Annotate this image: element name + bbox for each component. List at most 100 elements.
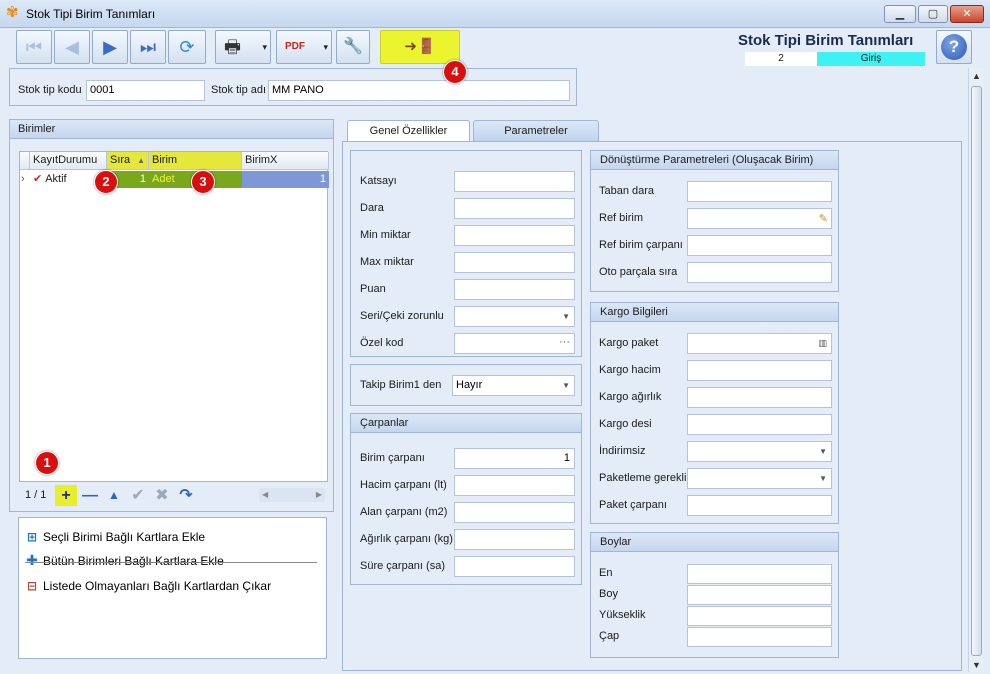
- move-up-button[interactable]: ▲: [103, 485, 125, 506]
- kargo-group: Kargo Bilgileri Kargo paket ▥ Kargo haci…: [590, 302, 839, 524]
- taban-dara-input[interactable]: [687, 181, 832, 202]
- exit-button[interactable]: ➜🚪: [380, 30, 460, 64]
- exit-door-icon: ➜🚪: [404, 38, 436, 55]
- chevron-down-icon[interactable]: ▾: [262, 31, 267, 63]
- taban-dara-label: Taban dara: [599, 185, 655, 197]
- record-number: 2: [745, 52, 817, 66]
- scroll-down-icon[interactable]: ▼: [972, 660, 981, 670]
- barcode-icon[interactable]: ▥: [818, 334, 827, 353]
- stok-tip-kodu-input[interactable]: 0001: [86, 80, 205, 101]
- sure-carpani-input[interactable]: [454, 556, 575, 577]
- boy-input[interactable]: [687, 585, 832, 605]
- refresh-button[interactable]: ⟳: [168, 30, 206, 64]
- close-button[interactable]: ✕: [950, 5, 984, 23]
- refresh-grid-button[interactable]: ↷: [175, 485, 197, 506]
- pdf-icon: PDF: [285, 41, 305, 52]
- callout-badge-2: 2: [94, 170, 118, 194]
- last-record-button[interactable]: ⏭: [130, 30, 166, 64]
- kargo-agirlik-input[interactable]: [687, 387, 832, 408]
- scroll-right-icon[interactable]: ▶: [316, 490, 322, 499]
- chevron-down-icon[interactable]: ▾: [323, 31, 328, 63]
- yukseklik-input[interactable]: [687, 606, 832, 626]
- previous-record-button[interactable]: ◀: [54, 30, 90, 64]
- maximize-button[interactable]: ▢: [918, 5, 948, 23]
- cap-input[interactable]: [687, 627, 832, 647]
- scroll-left-icon[interactable]: ◀: [262, 490, 268, 499]
- add-all-units-action[interactable]: ✚ Bütün Birimleri Bağlı Kartlara Ekle: [25, 550, 224, 570]
- tools-button[interactable]: 🔧: [336, 30, 370, 64]
- minus-icon: —: [82, 487, 98, 504]
- agirlik-carpani-input[interactable]: [454, 529, 575, 550]
- column-header-kayitdurumu[interactable]: KayıtDurumu: [30, 152, 107, 170]
- column-header-birimx[interactable]: BirimX: [242, 152, 329, 170]
- mode-badge: Giriş: [817, 52, 925, 66]
- check-icon: ✔: [131, 487, 145, 504]
- column-header-sira[interactable]: Sıra ▲: [107, 152, 149, 170]
- katsayi-input[interactable]: [454, 171, 575, 192]
- plus-icon: +: [61, 487, 71, 504]
- column-header-birim[interactable]: Birim: [149, 152, 242, 170]
- kargo-header: Kargo Bilgileri: [591, 303, 838, 322]
- min-miktar-input[interactable]: [454, 225, 575, 246]
- stok-tip-adi-input[interactable]: MM PANO: [268, 80, 570, 101]
- birimler-grid[interactable]: KayıtDurumu Sıra ▲ Birim BirimX › ✔ Aktif …: [19, 151, 329, 482]
- remove-unlisted-action[interactable]: ⊟ Listede Olmayanları Bağlı Kartlardan Çı…: [25, 576, 271, 596]
- ref-birim-carpani-input[interactable]: [687, 235, 832, 256]
- agirlik-carpani-label: Ağırlık çarpanı (kg): [360, 533, 453, 545]
- yukseklik-label: Yükseklik: [599, 609, 646, 621]
- birimx-cell[interactable]: 1: [242, 171, 329, 188]
- kargo-hacim-input[interactable]: [687, 360, 832, 381]
- ellipsis-icon[interactable]: ···: [559, 333, 570, 352]
- add-selected-unit-action[interactable]: ⊞ Seçli Birimi Bağlı Kartlara Ekle: [25, 527, 205, 547]
- puan-input[interactable]: [454, 279, 575, 300]
- puan-label: Puan: [360, 283, 386, 295]
- boylar-header: Boylar: [591, 533, 838, 552]
- previous-icon: ◀: [65, 37, 79, 57]
- kargo-paket-input[interactable]: ▥: [687, 333, 832, 354]
- hacim-carpani-input[interactable]: [454, 475, 575, 496]
- alan-carpani-input[interactable]: [454, 502, 575, 523]
- paket-carpani-input[interactable]: [687, 495, 832, 516]
- add-row-button[interactable]: +: [55, 485, 77, 506]
- seri-ceki-select[interactable]: ▼: [454, 306, 575, 327]
- horizontal-scrollbar[interactable]: ◀ ▶: [259, 488, 325, 502]
- ref-birim-input[interactable]: ✎: [687, 208, 832, 229]
- birim-carpani-input[interactable]: 1: [454, 448, 575, 469]
- indirimsiz-select[interactable]: ▼: [687, 441, 832, 462]
- active-check-icon: ✔: [33, 173, 43, 185]
- chevron-down-icon[interactable]: ▼: [562, 307, 570, 326]
- first-record-button[interactable]: ⏮: [16, 30, 52, 64]
- kargo-desi-input[interactable]: [687, 414, 832, 435]
- vertical-scrollbar[interactable]: ▲ ▼: [968, 68, 984, 672]
- scroll-up-icon[interactable]: ▲: [972, 71, 981, 81]
- chevron-down-icon[interactable]: ▼: [819, 469, 827, 488]
- chevron-down-icon[interactable]: ▼: [819, 442, 827, 461]
- help-button[interactable]: ?: [936, 30, 972, 64]
- butterfly-app-icon: ✾: [6, 4, 19, 21]
- pencil-picker-icon[interactable]: ✎: [819, 210, 828, 229]
- paketleme-select[interactable]: ▼: [687, 468, 832, 489]
- en-input[interactable]: [687, 564, 832, 584]
- delete-row-button[interactable]: —: [79, 485, 101, 506]
- tab-genel-ozellikler[interactable]: Genel Özellikler: [347, 120, 470, 142]
- minimize-button[interactable]: ▁: [884, 5, 916, 23]
- birimler-header: Birimler: [10, 120, 333, 139]
- x-icon: ✖: [155, 487, 169, 504]
- oto-parcala-input[interactable]: [687, 262, 832, 283]
- ozel-kod-input[interactable]: ···: [454, 333, 575, 354]
- post-edit-button[interactable]: ✔: [127, 485, 149, 506]
- next-record-button[interactable]: ▶: [92, 30, 128, 64]
- takip-birim-select[interactable]: Hayır ▼: [452, 375, 575, 396]
- print-button[interactable]: 🖶 ▾: [215, 30, 271, 64]
- tab-parametreler[interactable]: Parametreler: [473, 120, 599, 142]
- scrollbar-thumb[interactable]: [971, 86, 982, 656]
- plus-icon: ✚: [26, 552, 38, 568]
- ref-birim-carpani-label: Ref birim çarpanı: [599, 239, 683, 251]
- carpanlar-header: Çarpanlar: [351, 414, 581, 433]
- row-indicator-icon: ›: [21, 173, 25, 185]
- max-miktar-input[interactable]: [454, 252, 575, 273]
- export-pdf-button[interactable]: PDF ▾: [276, 30, 332, 64]
- dara-input[interactable]: [454, 198, 575, 219]
- cancel-edit-button[interactable]: ✖: [151, 485, 173, 506]
- chevron-down-icon[interactable]: ▼: [562, 376, 570, 395]
